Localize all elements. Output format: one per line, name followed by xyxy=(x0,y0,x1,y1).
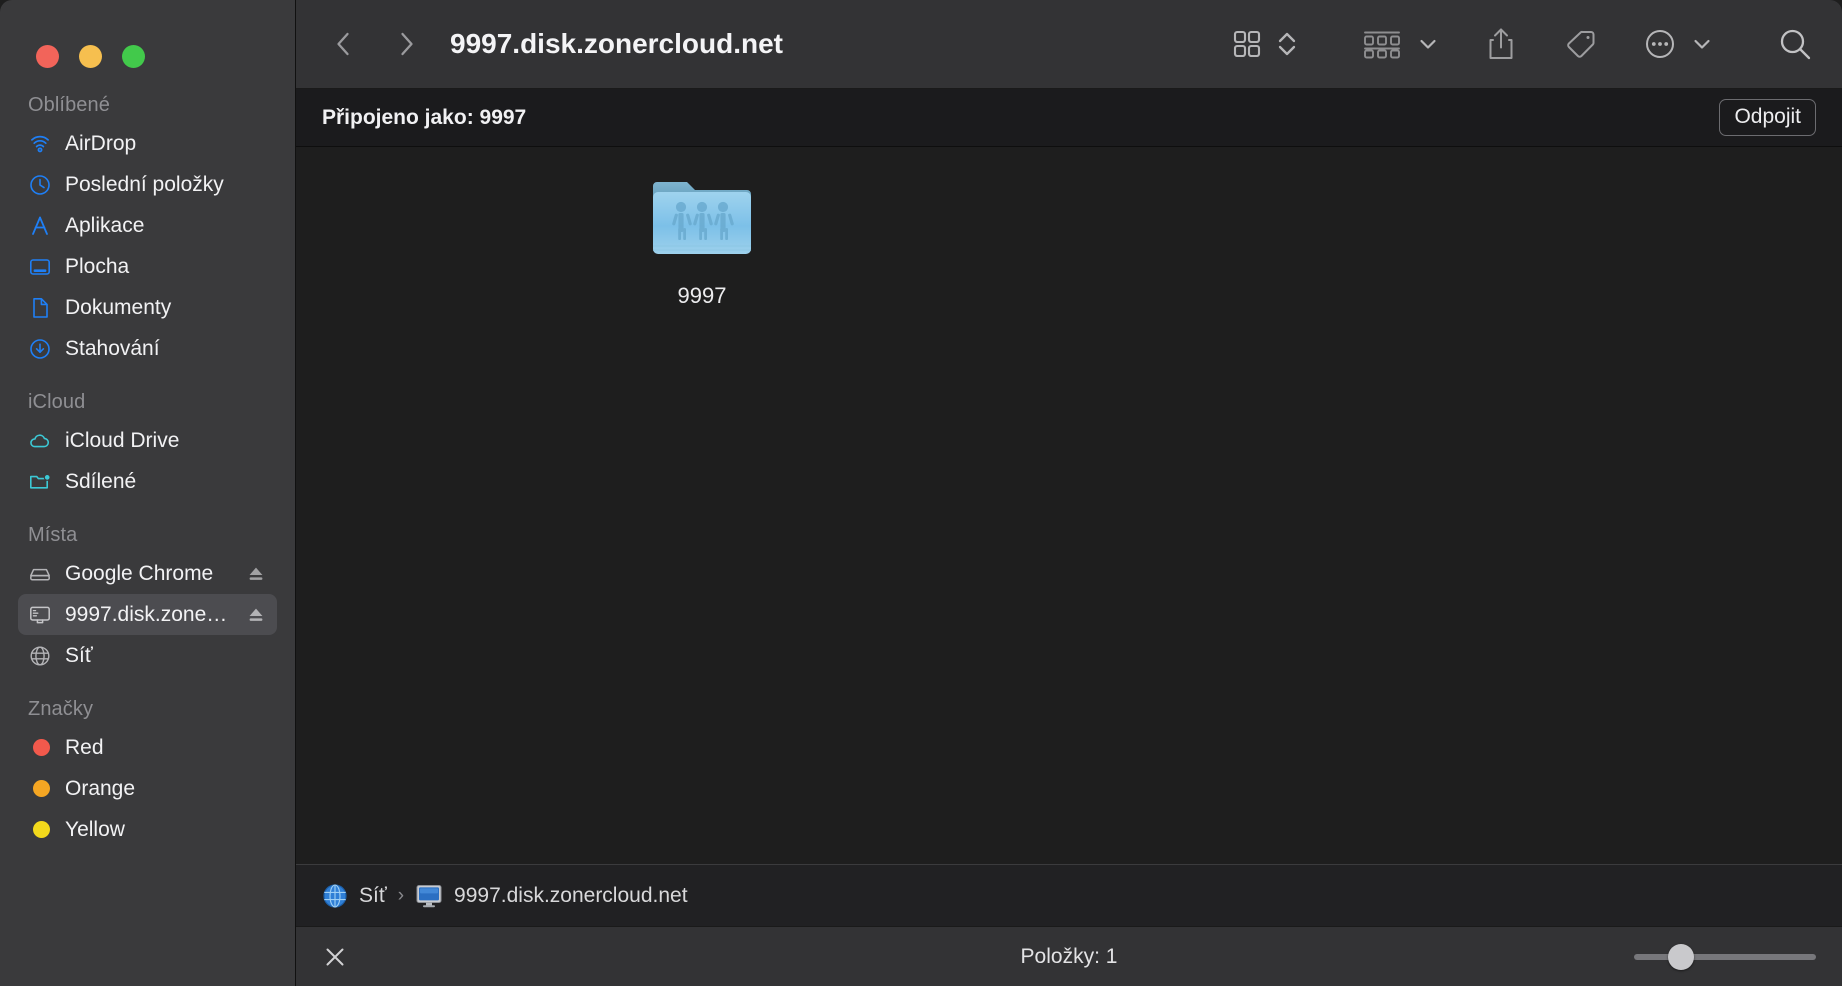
sidebar-section-favorites: Oblíbené AirDrop Poslední položky Aplika… xyxy=(0,94,295,369)
minimize-window-button[interactable] xyxy=(79,44,102,68)
sidebar-item-airdrop[interactable]: AirDrop xyxy=(18,123,277,164)
sidebar: Oblíbené AirDrop Poslední položky Aplika… xyxy=(0,0,296,986)
connection-banner: Připojeno jako: 9997 Odpojit xyxy=(296,89,1842,147)
sidebar-item-downloads[interactable]: Stahování xyxy=(18,328,277,369)
sidebar-item-label: Stahování xyxy=(65,336,160,360)
sidebar-item-label: AirDrop xyxy=(65,131,137,155)
close-x-icon[interactable] xyxy=(322,944,348,970)
desktop-icon xyxy=(28,255,52,279)
status-bar: Položky: 1 xyxy=(296,926,1842,986)
tag-button[interactable] xyxy=(1562,20,1598,68)
sidebar-item-label: Red xyxy=(65,735,104,759)
breadcrumb-item-network[interactable]: Síť xyxy=(322,883,387,909)
sidebar-item-label: Aplikace xyxy=(65,213,145,237)
network-globe-icon xyxy=(28,644,52,668)
disconnect-button[interactable]: Odpojit xyxy=(1719,98,1816,137)
applications-icon xyxy=(28,214,52,238)
sidebar-item-icloud-drive[interactable]: iCloud Drive xyxy=(18,420,277,461)
sidebar-section-title: Místa xyxy=(28,524,78,546)
shared-folder-icon xyxy=(650,173,754,261)
sidebar-item-desktop[interactable]: Plocha xyxy=(18,246,277,287)
sidebar-item-label: Google Chrome xyxy=(65,561,214,585)
shared-folder-icon xyxy=(28,470,52,494)
document-icon xyxy=(28,296,52,320)
tag-dot-icon xyxy=(28,818,52,842)
sidebar-section-title: iCloud xyxy=(28,391,86,413)
window-title: 9997.disk.zonercloud.net xyxy=(450,28,783,59)
content-area: 9997.disk.zonercloud.net Připojeno jako:… xyxy=(296,0,1842,986)
toolbar: 9997.disk.zonercloud.net xyxy=(296,0,1842,89)
sidebar-item-shared[interactable]: Sdílené xyxy=(18,461,277,502)
more-options-button[interactable] xyxy=(1642,20,1678,68)
sidebar-section-icloud: iCloud iCloud Drive Sdílené xyxy=(0,391,295,502)
sidebar-item-label: Dokumenty xyxy=(65,295,172,319)
downloads-icon xyxy=(28,337,52,361)
sidebar-item-applications[interactable]: Aplikace xyxy=(18,205,277,246)
slider-track xyxy=(1634,953,1816,960)
eject-icon[interactable] xyxy=(245,563,267,585)
network-globe-icon xyxy=(322,883,348,909)
forward-button[interactable] xyxy=(384,22,428,66)
sidebar-item-label: Plocha xyxy=(65,254,130,278)
sidebar-item-label: Poslední položky xyxy=(65,172,224,196)
sidebar-item-google-chrome[interactable]: Google Chrome xyxy=(18,553,277,594)
sidebar-item-label: Yellow xyxy=(65,817,125,841)
slider-knob[interactable] xyxy=(1668,943,1694,970)
breadcrumb: Síť › 9997.disk.zonercloud.net xyxy=(296,864,1842,926)
finder-window: Oblíbené AirDrop Poslední položky Aplika… xyxy=(0,0,1842,986)
close-window-button[interactable] xyxy=(36,44,59,68)
back-button[interactable] xyxy=(322,22,366,66)
eject-icon[interactable] xyxy=(245,604,267,626)
more-options-chevron-down-icon[interactable] xyxy=(1690,20,1714,68)
group-by-button[interactable] xyxy=(1360,20,1404,68)
share-button[interactable] xyxy=(1484,20,1518,68)
traffic-lights xyxy=(0,0,295,76)
sidebar-item-label: Síť xyxy=(65,643,93,667)
sidebar-item-label: iCloud Drive xyxy=(65,428,180,452)
sidebar-item-tag-orange[interactable]: Orange xyxy=(18,768,277,809)
sidebar-item-tag-red[interactable]: Red xyxy=(18,727,277,768)
sidebar-section-locations: Místa Google Chrome 9997.disk.zonerc... … xyxy=(0,524,295,676)
sidebar-item-tag-yellow[interactable]: Yellow xyxy=(18,809,277,850)
sidebar-item-label: Orange xyxy=(65,776,136,800)
server-monitor-icon xyxy=(415,883,443,909)
sidebar-item-recents[interactable]: Poslední položky xyxy=(18,164,277,205)
breadcrumb-item-label: Síť xyxy=(359,883,387,907)
file-item-label: 9997 xyxy=(677,283,727,308)
sidebar-item-label: Sdílené xyxy=(65,469,137,493)
cloud-icon xyxy=(28,429,52,453)
sidebar-item-9997-disk-zonercloud[interactable]: 9997.disk.zonerc... xyxy=(18,594,277,635)
sidebar-section-title: Oblíbené xyxy=(28,94,110,116)
clock-icon xyxy=(28,173,52,197)
zoom-window-button[interactable] xyxy=(122,44,145,68)
group-by-chevron-down-icon[interactable] xyxy=(1416,20,1440,68)
view-mode-button[interactable] xyxy=(1230,20,1264,68)
connection-status-text: Připojeno jako: 9997 xyxy=(322,105,527,129)
file-grid[interactable]: 9997 xyxy=(296,147,1842,864)
tag-dot-icon xyxy=(28,736,52,760)
sidebar-section-tags: Značky Red Orange Yellow xyxy=(0,698,295,850)
airdrop-icon xyxy=(28,132,52,156)
disk-icon xyxy=(28,562,52,586)
server-icon xyxy=(28,603,52,627)
breadcrumb-item-server[interactable]: 9997.disk.zonercloud.net xyxy=(415,883,688,909)
file-item-9997[interactable]: 9997 xyxy=(618,173,786,309)
sidebar-item-network[interactable]: Síť xyxy=(18,635,277,676)
search-button[interactable] xyxy=(1776,20,1814,68)
breadcrumb-separator: › xyxy=(397,884,405,906)
sidebar-section-title: Značky xyxy=(28,698,94,720)
icon-size-slider[interactable] xyxy=(1634,943,1816,971)
tag-dot-icon xyxy=(28,777,52,801)
item-count-label: Položky: 1 xyxy=(1020,944,1118,968)
view-mode-chevron-updown-icon[interactable] xyxy=(1276,20,1298,68)
sidebar-item-label: 9997.disk.zonerc... xyxy=(65,602,232,626)
sidebar-item-documents[interactable]: Dokumenty xyxy=(18,287,277,328)
breadcrumb-item-label: 9997.disk.zonercloud.net xyxy=(454,883,688,907)
